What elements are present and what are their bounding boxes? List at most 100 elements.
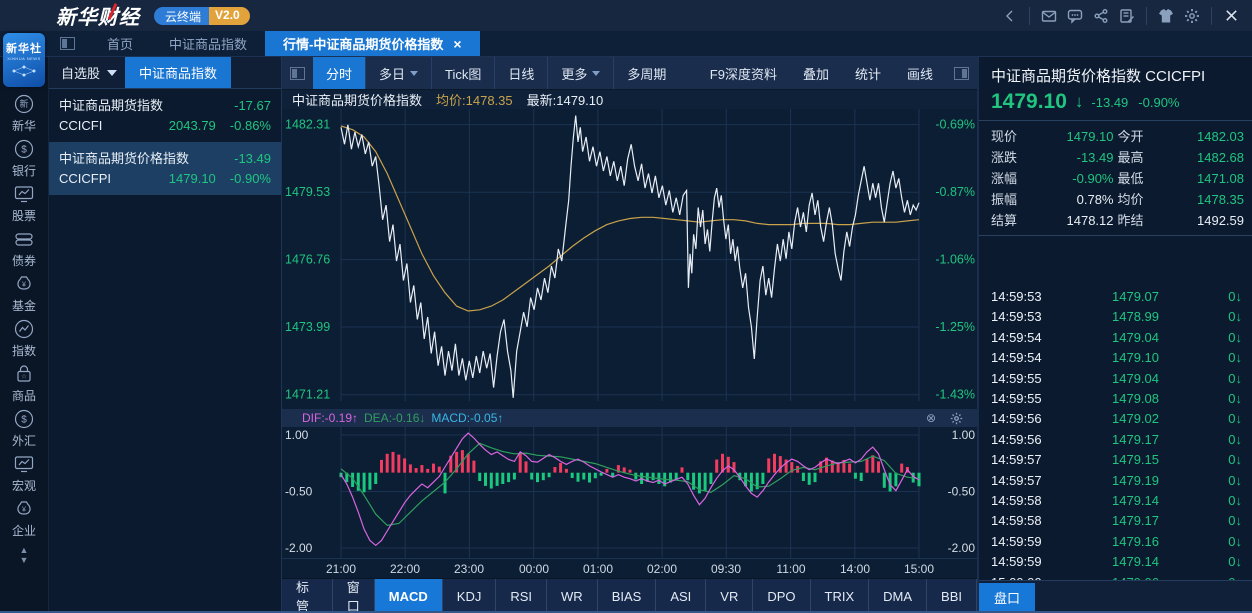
toolbar-button-更多[interactable]: 更多 — [547, 57, 613, 89]
tab-home[interactable]: 首页 — [89, 31, 151, 56]
price-change-pct: -0.90% — [1138, 95, 1179, 110]
sidebar-item-基金[interactable]: ¥基金 — [12, 273, 36, 318]
scroll-down-icon[interactable]: ▼ — [20, 555, 29, 565]
tick-down-arrow-icon: ↓ — [1236, 411, 1243, 426]
shop-bag-icon: ☆ — [13, 363, 35, 385]
quote-stats-grid: 现价1479.10今开1482.03涨跌-13.49最高1482.68涨幅-0.… — [979, 121, 1252, 236]
stat-value: 1492.59 — [1166, 210, 1245, 231]
mail-icon[interactable] — [1036, 6, 1062, 26]
dea-value: DEA:-0.16↓ — [364, 411, 425, 425]
watchlist-row[interactable]: 中证商品期货价格指数-13.49CCICFPI1479.10-0.90% — [49, 142, 281, 195]
tick-down-arrow-icon: ↓ — [1236, 513, 1243, 528]
svg-text:-1.06%: -1.06% — [935, 253, 975, 267]
logo-en: XINHUA NEWS — [3, 56, 45, 61]
tab-quote-ccicfpi[interactable]: 行情-中证商品期货价格指数 × — [265, 31, 480, 56]
indicator-button-VR[interactable]: VR — [706, 579, 753, 613]
indicator-button-WR[interactable]: WR — [547, 579, 598, 613]
collapse-left-icon[interactable] — [997, 6, 1023, 26]
tick-down-arrow-icon: ↓ — [1236, 289, 1243, 304]
tab-order-book[interactable]: 盘口 — [979, 583, 1035, 613]
toolbar-button-叠加[interactable]: 叠加 — [790, 57, 842, 89]
svg-text:1479.53: 1479.53 — [285, 185, 330, 199]
memo-icon[interactable] — [1114, 6, 1140, 26]
indicator-button-TRIX[interactable]: TRIX — [811, 579, 870, 613]
tab-close-icon[interactable]: × — [453, 36, 461, 52]
stat-value: 0.78% — [1035, 189, 1114, 210]
tick-price: 1479.07 — [1063, 287, 1208, 307]
stat-value: 1482.03 — [1166, 126, 1245, 147]
sidebar-item-label: 外汇 — [12, 432, 36, 449]
time-axis-label: 22:00 — [383, 562, 427, 576]
divider — [1211, 7, 1212, 25]
tick-down-arrow-icon: ↓ — [1236, 350, 1243, 365]
tick-row: 14:59:561479.020↓ — [979, 409, 1252, 429]
tick-list[interactable]: 14:59:531479.070↓14:59:531478.990↓14:59:… — [979, 287, 1252, 580]
indicator-button-窗口[interactable]: 窗口 — [333, 579, 375, 613]
sidebar-item-股票[interactable]: 股票 — [12, 183, 36, 228]
tick-price: 1479.04 — [1063, 369, 1208, 389]
toolbar-button-多周期[interactable]: 多周期 — [613, 57, 679, 89]
panel-toggle-icon[interactable] — [60, 37, 75, 50]
indicator-button-ASI[interactable]: ASI — [656, 579, 706, 613]
tick-time: 14:59:55 — [991, 389, 1063, 409]
sidebar-item-债券[interactable]: 债券 — [12, 228, 36, 273]
watchlist-group-dropdown[interactable]: 自选股 — [49, 57, 125, 88]
sidebar-item-新华[interactable]: 新新华 — [12, 93, 36, 138]
macd-close-icon[interactable]: ⊗ — [926, 411, 936, 425]
share-icon[interactable] — [1088, 6, 1114, 26]
scroll-up-icon[interactable]: ▲ — [20, 545, 29, 555]
tick-price: 1479.06 — [1063, 573, 1208, 580]
settings-gear-icon[interactable] — [1179, 6, 1205, 26]
tick-down-arrow-icon: ↓ — [1236, 391, 1243, 406]
sidebar-item-商品[interactable]: ☆ 商品 — [12, 363, 36, 408]
sidebar-item-企业[interactable]: ¥企业 — [12, 498, 36, 543]
intraday-price-chart[interactable]: 1482.31-0.69%1479.53-0.87%1476.76-1.06%1… — [282, 109, 978, 409]
indicator-button-BBI[interactable]: BBI — [927, 579, 977, 613]
indicator-button-DMA[interactable]: DMA — [869, 579, 927, 613]
toolbar-button-日线[interactable]: 日线 — [494, 57, 547, 89]
toolbar-button-分时[interactable]: 分时 — [313, 57, 365, 89]
toolbar-button-Tick图[interactable]: Tick图 — [431, 57, 494, 89]
indicator-button-KDJ[interactable]: KDJ — [443, 579, 497, 613]
toolbar-button-F9深度资料[interactable]: F9深度资料 — [697, 57, 790, 89]
indicator-button-指标管理[interactable]: 指标管理 — [282, 579, 333, 613]
close-window-icon[interactable] — [1218, 6, 1244, 26]
sidebar-item-指数[interactable]: 指数 — [12, 318, 36, 363]
theme-shirt-icon[interactable] — [1153, 6, 1179, 26]
indicator-button-RSI[interactable]: RSI — [496, 579, 547, 613]
toolbar-button-画线[interactable]: 画线 — [894, 57, 946, 89]
panel-collapse-left-icon[interactable] — [290, 67, 305, 80]
panel-collapse-right-icon[interactable] — [954, 67, 969, 80]
svg-text:-1.25%: -1.25% — [935, 320, 975, 334]
sidebar-item-宏观[interactable]: 宏观 — [12, 453, 36, 498]
watchlist-tab-csi-commodity[interactable]: 中证商品指数 — [125, 57, 231, 88]
instrument-pct: -0.86% — [230, 116, 271, 136]
toolbar-button-label: 多日 — [379, 64, 405, 83]
tick-time: 14:59:56 — [991, 409, 1063, 429]
stat-value: 1479.10 — [1035, 126, 1114, 147]
indicator-button-BIAS[interactable]: BIAS — [598, 579, 657, 613]
tick-time: 14:59:59 — [991, 532, 1063, 552]
tab-csi-commodity-index[interactable]: 中证商品指数 — [151, 31, 265, 56]
xinhua-news-logo[interactable]: 新华社 XINHUA NEWS — [3, 33, 45, 87]
macd-chart[interactable]: 1.001.00-0.50-0.50-2.00-2.00 — [282, 427, 978, 558]
caret-down-icon — [592, 71, 600, 76]
avg-price-label: 均价:1478.35 — [436, 90, 513, 109]
macd-settings-gear-icon[interactable] — [950, 412, 963, 425]
stat-value: 1482.68 — [1166, 147, 1245, 168]
tick-row: 14:59:551479.040↓ — [979, 369, 1252, 389]
sidebar-item-label: 商品 — [12, 387, 36, 404]
sidebar-item-银行[interactable]: $银行 — [12, 138, 36, 183]
indicator-button-MACD[interactable]: MACD — [375, 579, 443, 613]
toolbar-button-多日[interactable]: 多日 — [365, 57, 431, 89]
message-icon[interactable] — [1062, 6, 1088, 26]
sidebar-item-外汇[interactable]: $外汇 — [12, 408, 36, 453]
svg-text:-2.00: -2.00 — [285, 541, 313, 555]
time-axis-label: 09:30 — [704, 562, 748, 576]
tick-row: 14:59:551479.080↓ — [979, 389, 1252, 409]
watchlist-row[interactable]: 中证商品期货指数-17.67CCICFI2043.79-0.86% — [49, 89, 281, 142]
stat-value: 1478.35 — [1166, 189, 1245, 210]
cloud-terminal-badge[interactable]: 云终端 — [154, 7, 209, 25]
indicator-button-DPO[interactable]: DPO — [753, 579, 810, 613]
toolbar-button-统计[interactable]: 统计 — [842, 57, 894, 89]
